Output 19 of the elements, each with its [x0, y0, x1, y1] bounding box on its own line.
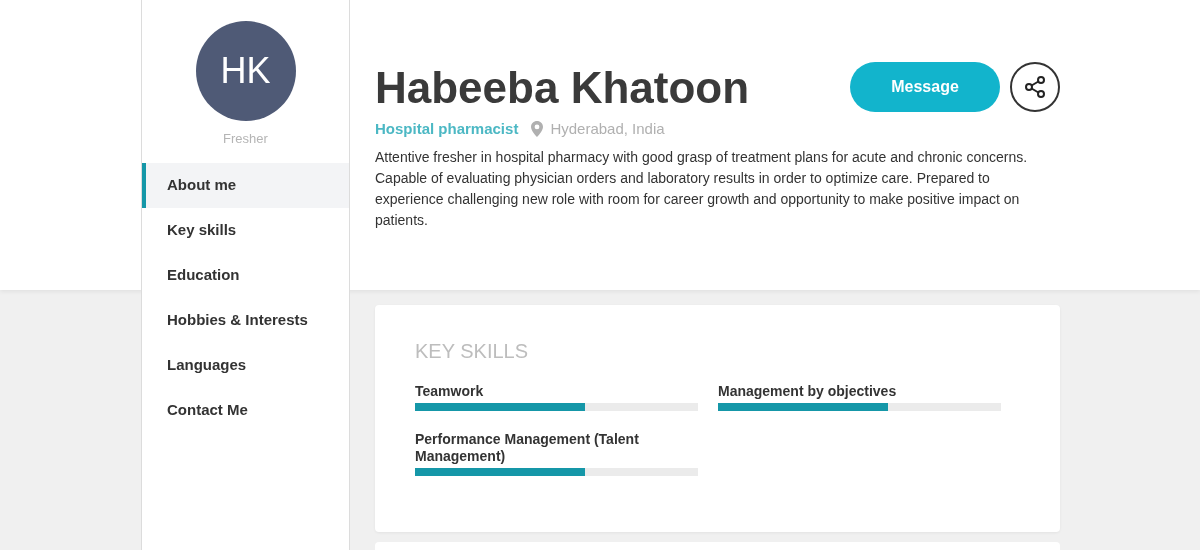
skill-name: Management by objectives	[718, 383, 898, 400]
nav-item[interactable]: Languages	[142, 342, 349, 388]
profile-name: Habeeba Khatoon	[375, 63, 750, 113]
status-label: Fresher	[223, 130, 268, 148]
share-icon	[1023, 75, 1047, 99]
avatar: HK	[195, 21, 296, 121]
location-text: Hyderabad, India	[550, 119, 665, 139]
share-button[interactable]	[1010, 62, 1060, 112]
nav-item[interactable]: Education	[142, 252, 349, 298]
location-pin-icon	[531, 121, 544, 138]
nav-item[interactable]: Contact Me	[142, 387, 349, 433]
nav-item[interactable]: Key skills	[142, 207, 349, 253]
nav-item[interactable]: About me	[142, 162, 349, 208]
job-title: Hospital pharmacist	[375, 119, 519, 139]
skill-name: Performance Management (Talent Management)	[415, 431, 640, 465]
section-heading: KEY SKILLS	[415, 339, 530, 364]
summary-paragraph: Attentive fresher in hospital pharmacy with good grasp of treatment plans for acute and chronic concerns. Capable of evaluating physician orders and laboratory results in order to optimize care. Prepared to experience challenging new role with room for career growth and opportunity to make positive impact on patients.	[375, 147, 1029, 230]
skill-name: Teamwork	[415, 383, 485, 400]
nav-item[interactable]: Hobbies & Interests	[142, 297, 349, 343]
